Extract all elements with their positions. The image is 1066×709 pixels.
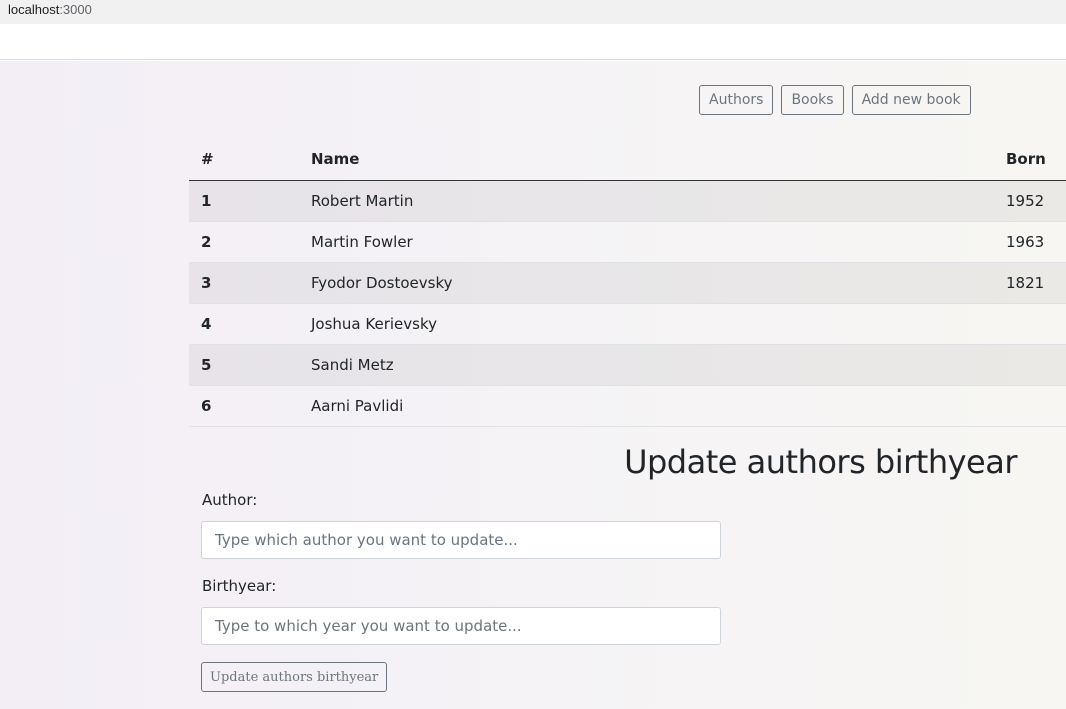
table-row: 4 Joshua Kerievsky: [189, 303, 1066, 345]
row-number: 4: [189, 303, 299, 345]
row-number: 5: [189, 344, 299, 386]
birthyear-input[interactable]: [201, 607, 721, 645]
url-port: :3000: [59, 2, 92, 17]
row-number: 1: [189, 180, 299, 222]
authors-table: # Name Born 1 Robert Martin 1952 2 Marti…: [189, 139, 1066, 427]
table-row: 3 Fyodor Dostoevsky 1821: [189, 262, 1066, 304]
row-number: 2: [189, 221, 299, 263]
table-row: 2 Martin Fowler 1963: [189, 221, 1066, 263]
author-name: Joshua Kerievsky: [299, 303, 994, 345]
table-row: 5 Sandi Metz: [189, 344, 1066, 386]
authors-button[interactable]: Authors: [699, 85, 774, 115]
page-content: Authors Books Add new book # Name Born 1…: [0, 61, 1066, 709]
table-row: 6 Aarni Pavlidi: [189, 385, 1066, 427]
update-form-title: Update authors birthyear: [624, 443, 1017, 481]
table-row: 1 Robert Martin 1952: [189, 180, 1066, 222]
author-born: 1963: [994, 221, 1066, 263]
author-born: [994, 385, 1066, 427]
add-new-book-button[interactable]: Add new book: [851, 85, 971, 115]
column-header-number: #: [189, 139, 299, 181]
author-born: [994, 303, 1066, 345]
books-button[interactable]: Books: [781, 85, 844, 115]
column-header-born: Born: [994, 139, 1066, 181]
browser-toolbar-strip: [0, 24, 1066, 60]
author-born: 1821: [994, 262, 1066, 304]
column-header-name: Name: [299, 139, 994, 181]
nav-bar: Authors Books Add new book: [699, 85, 971, 115]
row-number: 3: [189, 262, 299, 304]
author-name: Martin Fowler: [299, 221, 994, 263]
update-birthyear-button[interactable]: Update authors birthyear: [201, 662, 388, 692]
author-field-label: Author:: [202, 491, 258, 509]
author-name: Fyodor Dostoevsky: [299, 262, 994, 304]
birthyear-field-label: Birthyear:: [202, 577, 277, 595]
author-name: Sandi Metz: [299, 344, 994, 386]
url-host: localhost: [8, 2, 60, 17]
author-born: [994, 344, 1066, 386]
row-number: 6: [189, 385, 299, 427]
address-bar[interactable]: localhost:3000: [0, 0, 1066, 24]
author-born: 1952: [994, 180, 1066, 222]
author-name: Robert Martin: [299, 180, 994, 222]
author-input[interactable]: [201, 521, 721, 559]
author-name: Aarni Pavlidi: [299, 385, 994, 427]
table-header-row: # Name Born: [189, 139, 1066, 181]
